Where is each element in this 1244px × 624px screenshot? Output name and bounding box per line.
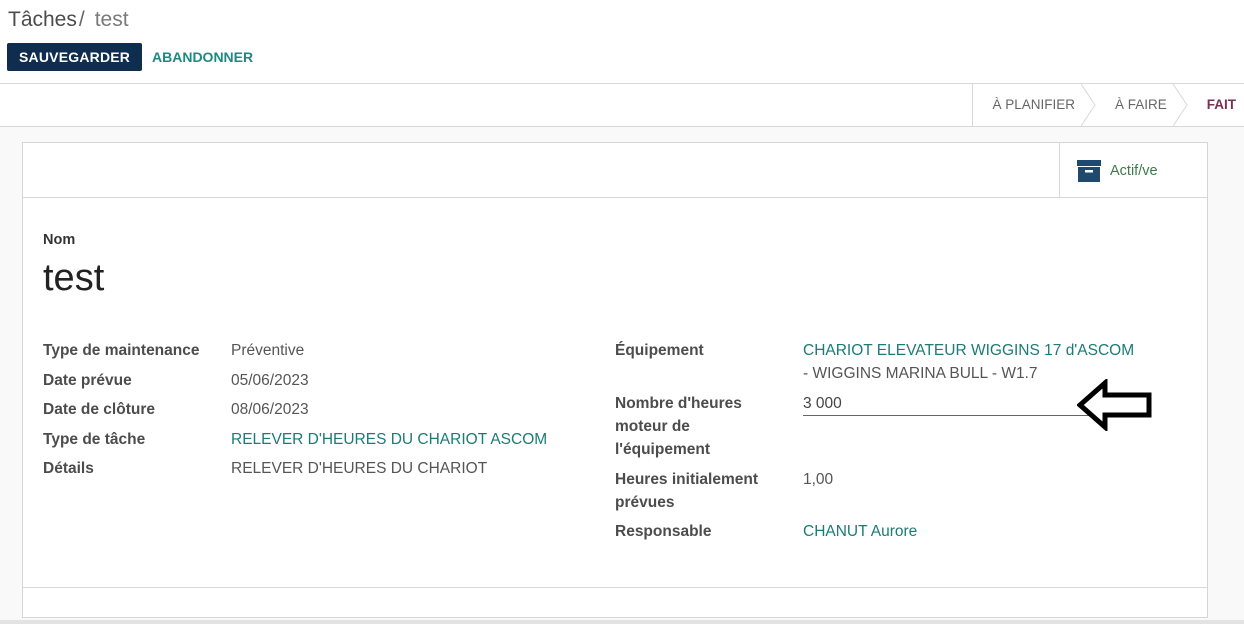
planned-hours-label: Heures initialement prévues bbox=[615, 468, 758, 514]
stage-chevron-icon bbox=[1172, 84, 1188, 126]
control-panel: Tâches/ test SAUVEGARDER ABANDONNER bbox=[0, 0, 1244, 84]
stage-a-faire[interactable]: À FAIRE bbox=[1089, 84, 1188, 126]
engine-hours-label-line: moteur de bbox=[615, 418, 690, 435]
form-statusbar: À PLANIFIER À FAIRE FAIT bbox=[0, 84, 1244, 127]
task-type-link[interactable]: RELEVER D'HEURES DU CHARIOT ASCOM bbox=[231, 428, 547, 451]
breadcrumb-current: test bbox=[94, 8, 129, 31]
stage-label: À FAIRE bbox=[1114, 97, 1167, 112]
planned-hours-label-line: Heures initialement bbox=[615, 471, 758, 488]
task-type-label: Type de tâche bbox=[43, 431, 146, 448]
stage-label: À PLANIFIER bbox=[992, 97, 1075, 112]
equipment-link[interactable]: CHARIOT ELEVATEUR WIGGINS 17 d'ASCOM bbox=[803, 339, 1134, 362]
left-arrow-icon bbox=[1077, 379, 1152, 431]
button-box: Actif/ve bbox=[23, 143, 1207, 198]
stage-label: FAIT bbox=[1206, 97, 1236, 112]
equipment-subtitle: - WIGGINS MARINA BULL - W1.7 bbox=[803, 365, 1038, 382]
details-label: Détails bbox=[43, 460, 94, 477]
stage-fait[interactable]: FAIT bbox=[1181, 84, 1244, 126]
breadcrumb-separator: / bbox=[78, 8, 85, 31]
engine-hours-label: Nombre d'heures moteur de l'équipement bbox=[615, 392, 742, 461]
stage-selector: À PLANIFIER À FAIRE FAIT bbox=[972, 84, 1244, 126]
engine-hours-label-line: Nombre d'heures bbox=[615, 395, 742, 412]
save-button[interactable]: SAUVEGARDER bbox=[7, 43, 143, 71]
details-value: RELEVER D'HEURES DU CHARIOT bbox=[231, 460, 488, 477]
close-date-value: 08/06/2023 bbox=[231, 401, 309, 418]
scheduled-date-label: Date prévue bbox=[43, 372, 132, 389]
stage-a-planifier[interactable]: À PLANIFIER bbox=[973, 84, 1096, 126]
sheet-divider bbox=[23, 587, 1207, 588]
active-toggle-button[interactable]: Actif/ve bbox=[1059, 143, 1207, 198]
engine-hours-label-line: l'équipement bbox=[615, 441, 710, 458]
planned-hours-label-line: prévues bbox=[615, 494, 675, 511]
breadcrumb: Tâches/ test bbox=[8, 8, 129, 32]
equipment-label: Équipement bbox=[615, 342, 704, 359]
scheduled-date-value: 05/06/2023 bbox=[231, 372, 309, 389]
stage-chevron-icon bbox=[1080, 84, 1096, 126]
maintenance-type-value: Préventive bbox=[231, 342, 305, 359]
name-label: Nom bbox=[43, 232, 76, 248]
discard-button[interactable]: ABANDONNER bbox=[152, 43, 253, 71]
breadcrumb-parent-link[interactable]: Tâches bbox=[8, 8, 77, 31]
responsible-label: Responsable bbox=[615, 523, 712, 540]
bottom-divider bbox=[0, 620, 1244, 624]
active-toggle-label: Actif/ve bbox=[1110, 162, 1158, 179]
maintenance-type-label: Type de maintenance bbox=[43, 342, 200, 359]
responsible-link[interactable]: CHANUT Aurore bbox=[803, 520, 917, 543]
close-date-label: Date de clôture bbox=[43, 401, 155, 418]
name-value[interactable]: test bbox=[43, 257, 104, 300]
planned-hours-value: 1,00 bbox=[803, 471, 834, 488]
archive-icon bbox=[1077, 159, 1101, 182]
form-sheet: Actif/ve Nom test Type de maintenance Pr… bbox=[22, 142, 1208, 618]
engine-hours-input[interactable] bbox=[803, 392, 1093, 416]
